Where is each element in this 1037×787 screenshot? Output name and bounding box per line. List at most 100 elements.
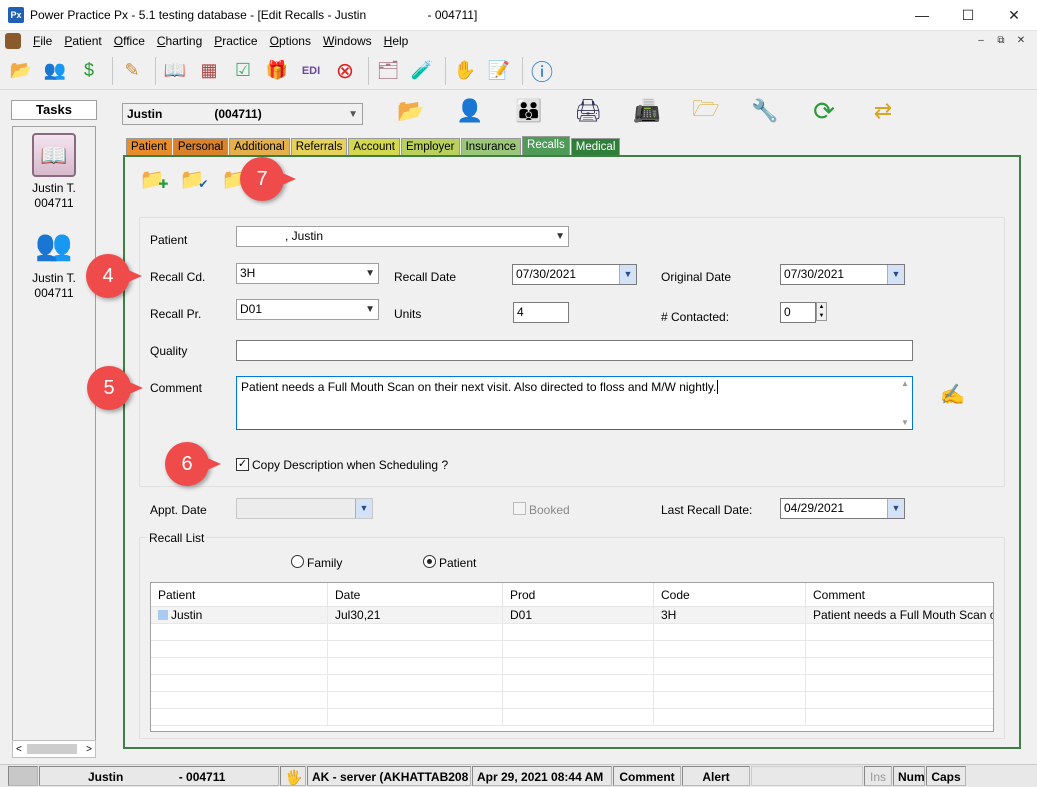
mdi-minimize-button[interactable]: – <box>973 33 989 47</box>
task-hand-icon[interactable]: ✋ <box>450 56 480 86</box>
patients-icon[interactable]: 👥 <box>40 56 70 86</box>
calendar-dropdown-icon[interactable]: ▼ <box>619 265 636 284</box>
edit-pencil-icon[interactable]: ✎ <box>117 56 147 86</box>
scroll-left-arrow-icon[interactable]: < <box>16 744 22 755</box>
status-patient-name: Justin <box>88 770 124 784</box>
textarea-scrollbar[interactable]: ▲ ▼ <box>898 377 912 429</box>
tasks-horizontal-scrollbar[interactable]: < > <box>12 740 96 758</box>
patient-combo[interactable]: , Justin ▼ <box>236 226 569 247</box>
printer-alert-icon[interactable]: 🖨 <box>570 93 606 129</box>
original-date-value: 07/30/2021 <box>784 267 845 281</box>
tab-recalls[interactable]: Recalls <box>522 136 570 155</box>
original-date-picker[interactable]: 07/30/2021 ▼ <box>780 264 905 285</box>
book-icon: 📖 <box>32 133 76 177</box>
scroll-down-arrow-icon[interactable]: ▼ <box>901 418 909 427</box>
tab-account[interactable]: Account <box>348 138 400 155</box>
tab-medical[interactable]: Medical <box>570 138 621 155</box>
camera-icon[interactable] <box>8 766 38 786</box>
open-folder-icon[interactable]: 📂 <box>6 56 36 86</box>
tab-additional[interactable]: Additional <box>229 138 290 155</box>
task-item[interactable]: 📖 Justin T. 004711 <box>13 133 95 211</box>
app-menu-icon[interactable] <box>5 33 21 49</box>
folder-check-icon[interactable]: 📁 ✔ <box>178 163 210 195</box>
patient-combo-value: , Justin <box>285 229 324 243</box>
family-icon[interactable]: 👪 <box>511 93 547 129</box>
last-recall-date-picker[interactable]: 04/29/2021 ▼ <box>780 498 905 519</box>
folder-swap-icon[interactable]: ⇄ <box>865 93 901 129</box>
calendar-chart-icon[interactable]: ▦ <box>194 56 224 86</box>
menu-patient[interactable]: Patient <box>58 34 107 48</box>
maximize-button[interactable]: ☐ <box>945 0 991 30</box>
column-header-comment[interactable]: Comment <box>806 583 993 607</box>
scroll-up-arrow-icon[interactable]: ▲ <box>901 379 909 388</box>
folder-chart-icon[interactable]: 🗁 <box>688 93 724 129</box>
wrench-icon[interactable]: 🔧 <box>747 93 783 129</box>
help-circle-icon[interactable]: ⓘ <box>527 56 557 86</box>
comment-template-icon[interactable]: ✍ <box>940 382 965 407</box>
menu-office[interactable]: Office <box>108 34 151 48</box>
checklist-icon[interactable]: ☑ <box>228 56 258 86</box>
recall-pr-value: D01 <box>240 302 263 316</box>
minimize-button[interactable]: — <box>899 0 945 30</box>
vial-icon[interactable]: 🧪 <box>407 56 437 86</box>
tab-personal[interactable]: Personal <box>172 138 229 155</box>
menu-windows[interactable]: Windows <box>317 34 378 48</box>
comment-textarea[interactable]: Patient needs a Full Mouth Scan on their… <box>236 376 913 430</box>
menu-charting[interactable]: Charting <box>151 34 208 48</box>
calendar-dropdown-icon[interactable]: ▼ <box>887 499 904 518</box>
mdi-restore-button[interactable]: ⧉ <box>993 33 1009 47</box>
gift-box-icon[interactable]: 🎁 <box>262 56 292 86</box>
column-header-prod[interactable]: Prod <box>503 583 654 607</box>
tab-patient[interactable]: Patient <box>126 138 172 155</box>
scroll-right-arrow-icon[interactable]: > <box>86 744 92 755</box>
table-row[interactable]: Justin Jul30,21 D01 3H Patient needs a F… <box>151 607 993 624</box>
toolbar-separator <box>522 56 523 85</box>
scroll-thumb[interactable] <box>27 744 77 754</box>
folder-add-icon[interactable]: 📁 ✚ <box>138 163 170 195</box>
column-header-patient[interactable]: Patient <box>151 583 328 607</box>
notepad-icon[interactable]: 📝 <box>484 56 514 86</box>
book-icon[interactable]: 📖 <box>160 56 190 86</box>
tab-referrals[interactable]: Referrals <box>290 138 348 155</box>
units-input[interactable]: 4 <box>513 302 569 323</box>
column-header-code[interactable]: Code <box>654 583 806 607</box>
document-card-icon[interactable]: 🗂 <box>373 56 403 86</box>
menu-help[interactable]: Help <box>378 34 415 48</box>
fax-icon[interactable]: 📠 <box>629 93 665 129</box>
menu-practice[interactable]: Practice <box>208 34 263 48</box>
booked-checkbox[interactable] <box>513 502 526 515</box>
spin-up-icon[interactable]: ▲ <box>817 303 826 312</box>
menu-file[interactable]: File <box>27 34 58 48</box>
appt-date-picker[interactable]: ▼ <box>236 498 373 519</box>
tab-employer[interactable]: Employer <box>400 138 460 155</box>
contacted-spinner[interactable]: ▲ ▼ <box>816 302 827 321</box>
recall-pr-combo[interactable]: D01 ▼ <box>236 299 379 320</box>
status-alert[interactable]: Alert <box>682 766 750 786</box>
open-folder-icon[interactable]: 📂 <box>393 93 429 129</box>
money-transfer-icon[interactable]: $ <box>74 56 104 86</box>
booked-label: Booked <box>529 503 570 517</box>
task-item[interactable]: 👥 Justin T. 004711 <box>13 223 95 301</box>
family-radio[interactable] <box>291 555 304 568</box>
status-comment[interactable]: Comment <box>613 766 681 786</box>
recall-cd-combo[interactable]: 3H ▼ <box>236 263 379 284</box>
column-header-date[interactable]: Date <box>328 583 503 607</box>
person-icon[interactable]: 👤 <box>452 93 488 129</box>
tab-insurance[interactable]: Insurance <box>460 138 522 155</box>
quality-input[interactable] <box>236 340 913 361</box>
recall-date-picker[interactable]: 07/30/2021 ▼ <box>512 264 637 285</box>
patient-selector[interactable]: Justin (004711) ▼ <box>122 103 363 125</box>
refresh-icon[interactable]: ⟳ <box>806 93 842 129</box>
calendar-dropdown-icon[interactable]: ▼ <box>355 499 372 518</box>
mdi-close-button[interactable]: ✕ <box>1013 33 1029 47</box>
close-button[interactable]: ✕ <box>991 0 1037 30</box>
calendar-dropdown-icon[interactable]: ▼ <box>887 265 904 284</box>
cancel-icon[interactable]: ⊗ <box>330 56 360 86</box>
spin-down-icon[interactable]: ▼ <box>817 312 826 321</box>
menu-options[interactable]: Options <box>264 34 317 48</box>
contacted-input[interactable]: 0 <box>780 302 816 323</box>
copy-description-checkbox[interactable]: ✓ <box>236 458 249 471</box>
edi-icon[interactable]: EDI <box>296 56 326 86</box>
patient-radio[interactable] <box>423 555 436 568</box>
row-indicator <box>158 610 168 620</box>
